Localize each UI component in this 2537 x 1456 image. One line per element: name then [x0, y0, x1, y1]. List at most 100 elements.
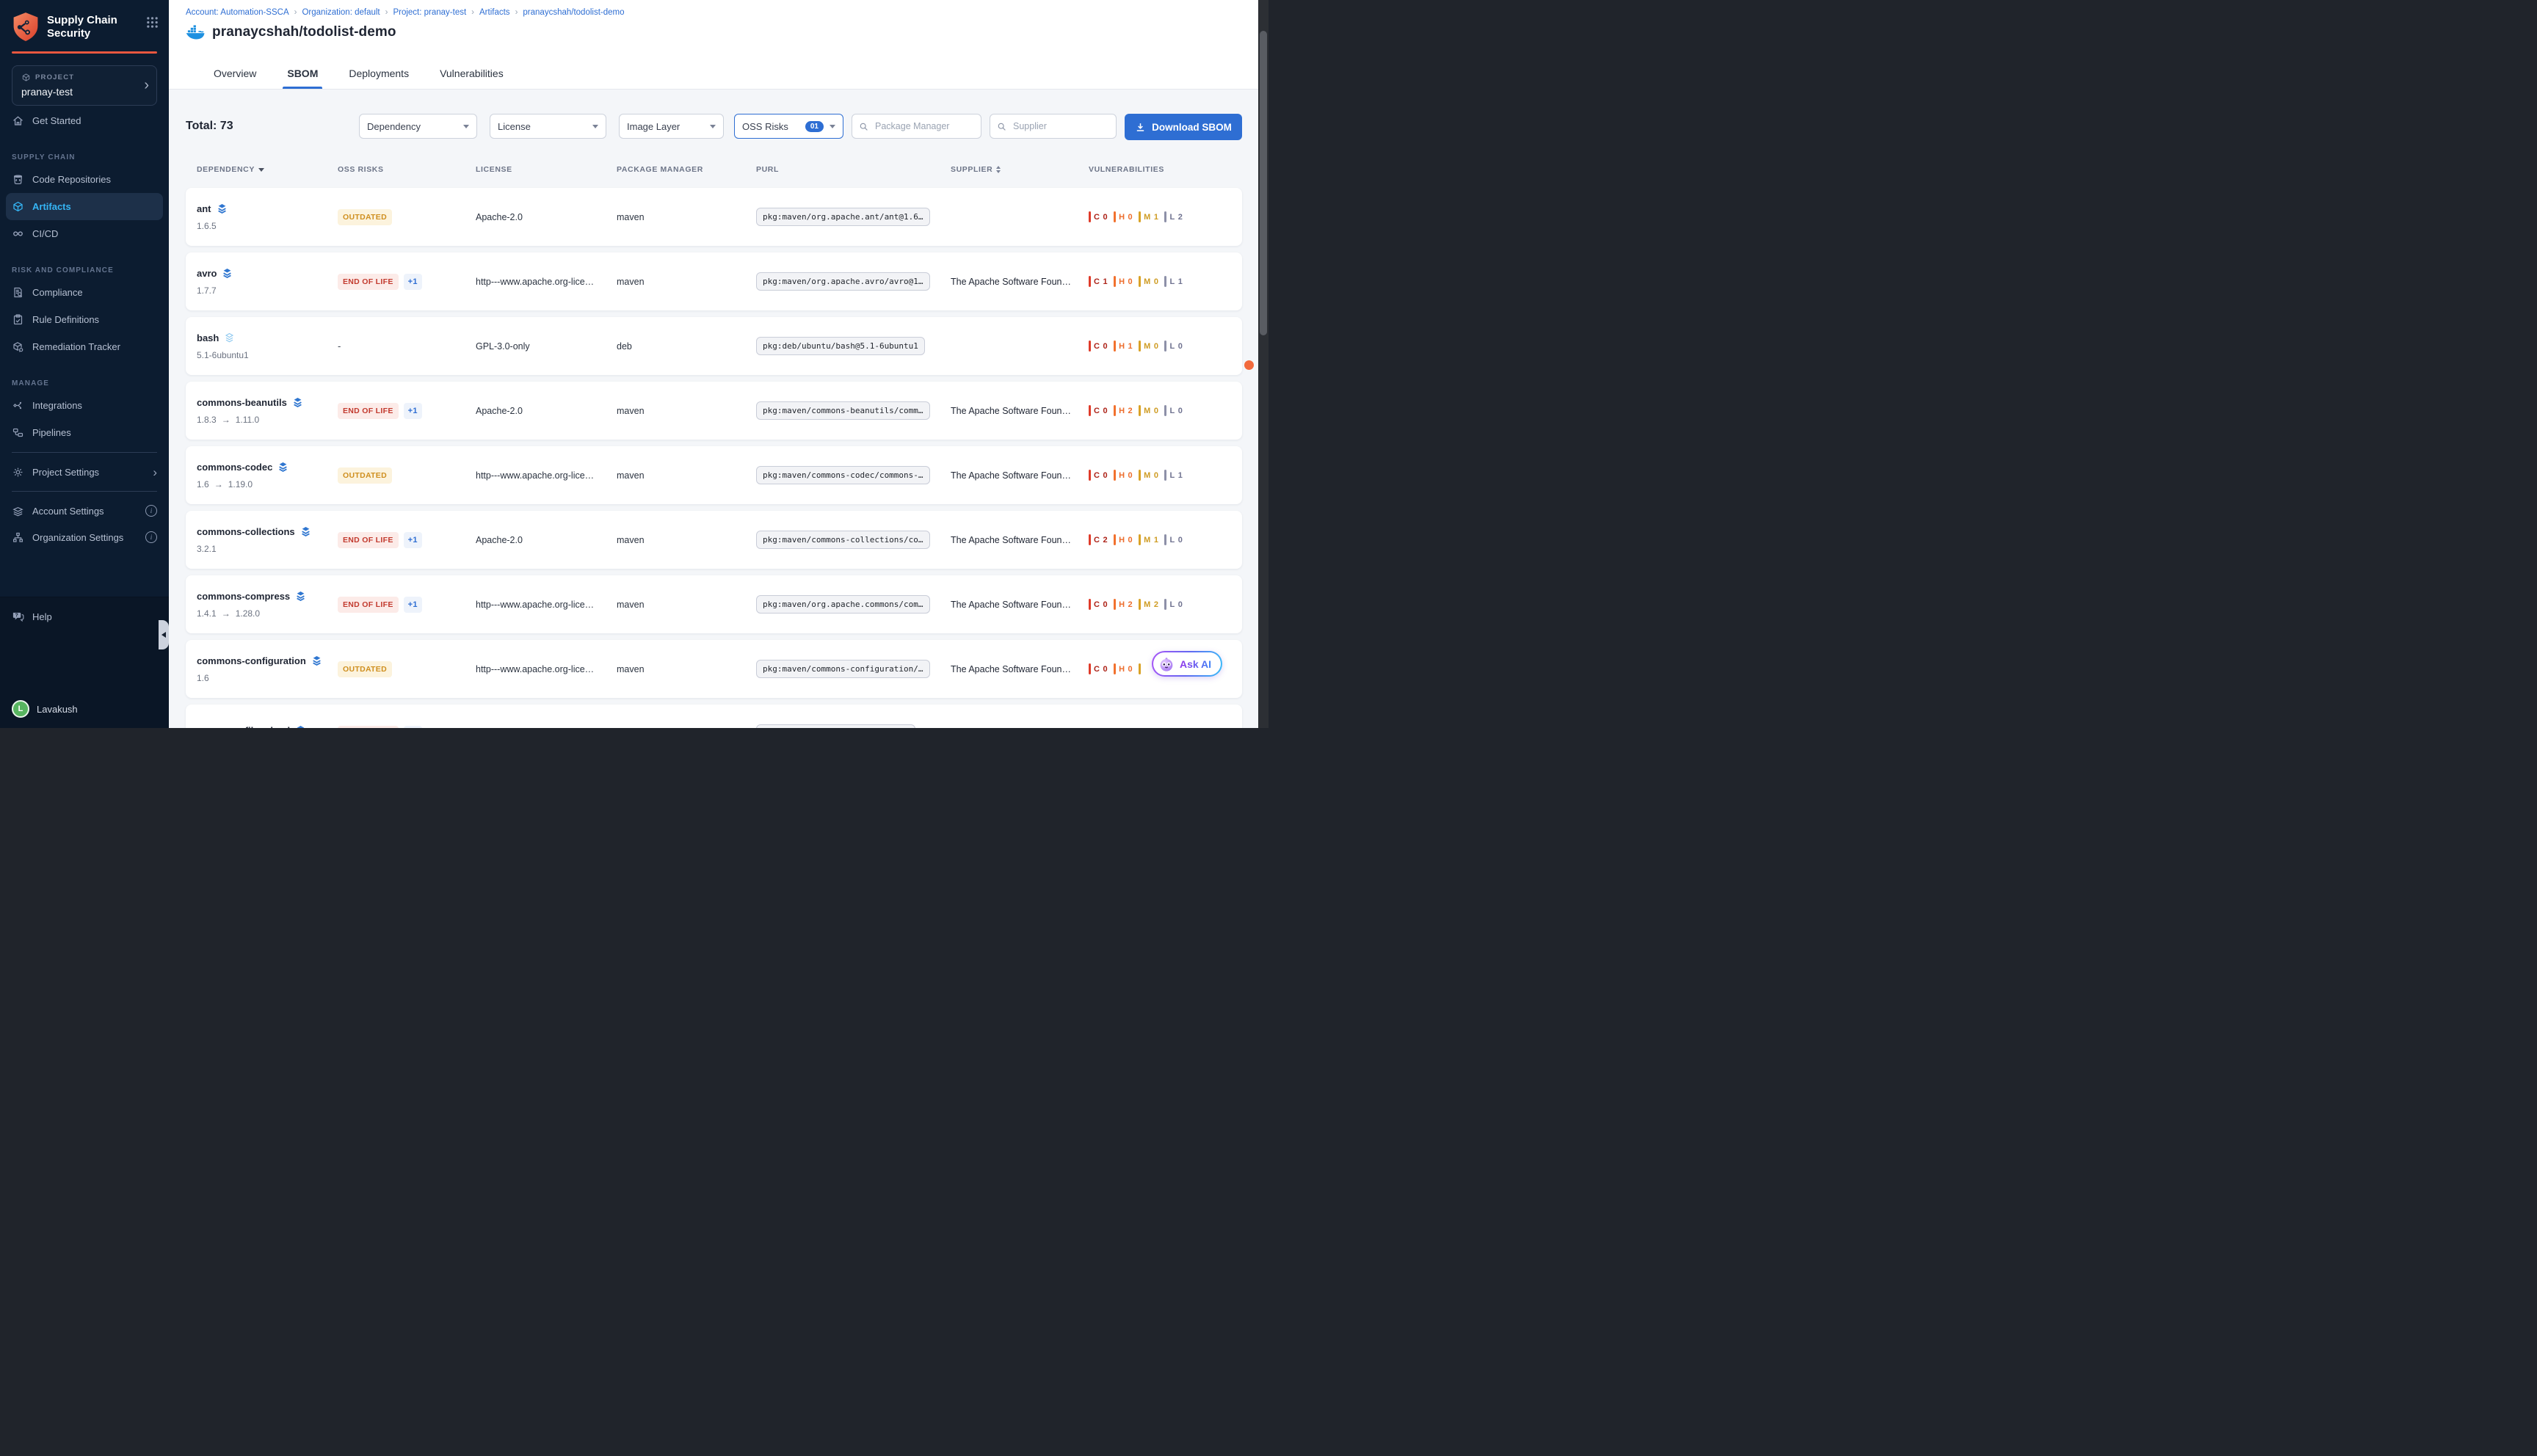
oss-risk-badge[interactable]: +1: [404, 532, 422, 548]
version-from: 1.4.1: [197, 608, 217, 619]
sidebar-item-code-repositories[interactable]: Code Repositories: [0, 166, 169, 193]
oss-risk-badge: OUTDATED: [338, 467, 392, 484]
sidebar-item-remediation-tracker[interactable]: Remediation Tracker: [0, 333, 169, 360]
purl-value[interactable]: pkg:maven/commons-fileupload/…: [756, 724, 915, 728]
dependency-name-text: bash: [197, 332, 219, 343]
filter-label: OSS Risks: [742, 121, 805, 132]
dependency-name-text: commons-beanutils: [197, 397, 287, 408]
supplier-text: The Apache Software Foun…: [951, 277, 1071, 287]
vuln-low-count: L2: [1164, 211, 1183, 222]
vulnerabilities-cell: C0H0M1L2: [1089, 211, 1242, 222]
breadcrumb-link[interactable]: Account: Automation-SSCA: [186, 8, 289, 17]
tab-vulnerabilities[interactable]: Vulnerabilities: [438, 60, 505, 89]
severity-count: 1: [1178, 471, 1183, 480]
table-row[interactable]: commons-codec1.6→1.19.0OUTDATEDhttp---ww…: [186, 446, 1242, 504]
filter-dropdown-oss-risks[interactable]: OSS Risks01: [734, 114, 843, 139]
table-row[interactable]: commons-collections3.2.1END OF LIFE+1Apa…: [186, 511, 1242, 569]
supplier-search-input[interactable]: [1012, 120, 1109, 132]
scrollbar[interactable]: [1258, 0, 1268, 728]
table-row[interactable]: commons-configuration1.6OUTDATEDhttp---w…: [186, 640, 1242, 698]
column-header-purl[interactable]: PURL: [756, 165, 951, 174]
breadcrumb-link[interactable]: Project: pranay-test: [393, 8, 466, 17]
filter-dropdown-license[interactable]: License: [490, 114, 606, 139]
sidebar-item-cicd[interactable]: CI/CD: [0, 220, 169, 247]
package-manager-text: deb: [617, 341, 632, 352]
table-row[interactable]: avro1.7.7END OF LIFE+1http---www.apache.…: [186, 252, 1242, 310]
purl-value[interactable]: pkg:maven/commons-codec/commons-…: [756, 466, 930, 484]
sidebar-item-project-settings[interactable]: Project Settings›: [0, 459, 169, 485]
severity-letter: H: [1119, 277, 1125, 286]
filter-dropdown-image-layer[interactable]: Image Layer: [619, 114, 724, 139]
license-cell: http---www.apache.org-lice…: [476, 470, 617, 481]
sidebar-item-compliance[interactable]: Compliance: [0, 279, 169, 306]
user-menu[interactable]: L Lavakush: [12, 700, 78, 718]
package-manager-search-input[interactable]: [874, 120, 974, 132]
vuln-high-count: H2: [1114, 599, 1133, 610]
purl-value[interactable]: pkg:maven/org.apache.ant/ant@1.6…: [756, 208, 930, 226]
oss-risks-cell: END OF LIFE+1: [338, 726, 476, 729]
sidebar-collapse-handle[interactable]: [159, 620, 169, 649]
sidebar-item-rule-definitions[interactable]: Rule Definitions: [0, 306, 169, 333]
sidebar-item-pipelines[interactable]: Pipelines: [0, 419, 169, 446]
table-row[interactable]: commons-compress1.4.1→1.28.0END OF LIFE+…: [186, 575, 1242, 633]
tab-sbom[interactable]: SBOM: [286, 60, 319, 89]
purl-value[interactable]: pkg:maven/commons-collections/co…: [756, 531, 930, 549]
purl-value[interactable]: pkg:deb/ubuntu/bash@5.1-6ubuntu1: [756, 337, 925, 355]
clipboard-check-icon: [12, 313, 24, 326]
vuln-low-count: L0: [1164, 599, 1183, 610]
project-selector[interactable]: PROJECT pranay-test ›: [12, 65, 157, 106]
sidebar-item-integrations[interactable]: Integrations: [0, 392, 169, 419]
ask-ai-button[interactable]: Ask AI: [1152, 651, 1222, 677]
table-row[interactable]: ant1.6.5OUTDATEDApache-2.0mavenpkg:maven…: [186, 188, 1242, 246]
tab-bar: Overview SBOM Deployments Vulnerabilities: [212, 60, 505, 89]
severity-bar: [1164, 405, 1166, 416]
scrollbar-thumb[interactable]: [1260, 31, 1267, 335]
sidebar-item-organization-settings[interactable]: Organization Settingsi: [0, 524, 169, 550]
oss-risk-badge: OUTDATED: [338, 209, 392, 225]
vulnerabilities-cell: C1H0M0L1: [1089, 276, 1242, 287]
filter-dropdown-dependency[interactable]: Dependency: [359, 114, 477, 139]
download-sbom-button[interactable]: Download SBOM: [1125, 114, 1242, 140]
sidebar-item-artifacts[interactable]: Artifacts: [6, 193, 163, 220]
column-header-license[interactable]: LICENSE: [476, 165, 617, 174]
apps-grid-icon[interactable]: [146, 16, 159, 29]
severity-count: 0: [1178, 600, 1183, 609]
column-header-oss_risks[interactable]: OSS RISKS: [338, 165, 476, 174]
severity-bar: [1139, 276, 1141, 287]
vuln-low-count: L1: [1164, 276, 1183, 287]
column-header-dependency[interactable]: DEPENDENCY: [197, 165, 338, 174]
table-row[interactable]: commons-beanutils1.8.3→1.11.0END OF LIFE…: [186, 382, 1242, 440]
table-row[interactable]: commons-fileuploadEND OF LIFE+1Apache-2.…: [186, 705, 1242, 728]
ai-mascot-icon: [1158, 656, 1175, 672]
oss-risk-badge[interactable]: +1: [404, 597, 422, 613]
supplier-search[interactable]: [990, 114, 1117, 139]
sidebar-item-get-started[interactable]: Get Started: [0, 107, 169, 134]
tab-deployments[interactable]: Deployments: [347, 60, 410, 89]
purl-value[interactable]: pkg:maven/commons-configuration/…: [756, 660, 930, 678]
license-text: http---www.apache.org-lice…: [476, 470, 594, 481]
sidebar-item-account-settings[interactable]: Account Settingsi: [0, 498, 169, 524]
dependency-name: commons-configuration: [197, 655, 322, 666]
oss-risk-badge[interactable]: +1: [404, 403, 422, 419]
column-header-package_manager[interactable]: PACKAGE MANAGER: [617, 165, 756, 174]
purl-value[interactable]: pkg:maven/org.apache.avro/avro@1…: [756, 272, 930, 291]
purl-value[interactable]: pkg:maven/org.apache.commons/com…: [756, 595, 930, 614]
column-header-supplier[interactable]: SUPPLIER: [951, 165, 1089, 174]
layers-icon: [277, 462, 288, 473]
sidebar-item-help[interactable]: ? Help: [0, 597, 169, 630]
oss-risks-cell: OUTDATED: [338, 661, 476, 677]
column-header-vulnerabilities[interactable]: VULNERABILITIES: [1089, 165, 1242, 174]
oss-risk-badge[interactable]: +1: [404, 726, 422, 729]
breadcrumb-link[interactable]: pranaycshah/todolist-demo: [523, 8, 624, 17]
oss-risk-badge[interactable]: +1: [404, 274, 422, 290]
purl-value[interactable]: pkg:maven/commons-beanutils/comm…: [756, 401, 930, 420]
table-row[interactable]: bash5.1-6ubuntu1-GPL-3.0-onlydebpkg:deb/…: [186, 317, 1242, 375]
package-manager-search[interactable]: [852, 114, 981, 139]
breadcrumb-link[interactable]: Organization: default: [302, 8, 380, 17]
supplier-cell: The Apache Software Foun…: [951, 406, 1089, 416]
severity-count: 0: [1103, 407, 1108, 415]
tab-overview[interactable]: Overview: [212, 60, 258, 89]
breadcrumb-link[interactable]: Artifacts: [479, 8, 510, 17]
dependency-name-text: commons-collections: [197, 526, 295, 537]
package-manager-text: maven: [617, 406, 645, 416]
